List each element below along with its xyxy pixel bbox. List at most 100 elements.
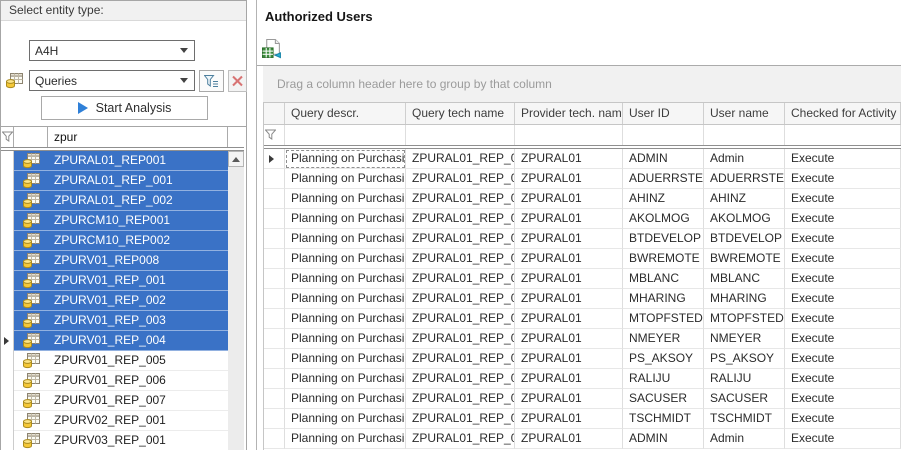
row-indicator-cell [1,291,14,311]
list-item[interactable]: ZPURV01_REP_003 [1,311,228,331]
table-row[interactable]: Planning on PurchasingZPURAL01_REP_001ZP… [264,289,901,309]
column-header[interactable]: Checked for Activity [785,103,901,124]
table-cell: Execute [785,389,901,409]
list-item[interactable]: ZPURV01_REP_002 [1,291,228,311]
list-item[interactable]: ZPURV01_REP_004 [1,331,228,351]
query-name: ZPURV01_REP_004 [48,331,228,351]
query-table-icon [14,191,48,211]
list-item[interactable]: ZPURCM10_REP002 [1,231,228,251]
database-table-icon [22,193,40,209]
export-excel-button[interactable] [262,39,282,59]
funnel-lines-icon [204,74,218,87]
table-row[interactable]: Planning on PurchasingZPURAL01_REP_001ZP… [264,309,901,329]
table-cell: Admin [704,429,785,449]
list-item[interactable]: ZPURV01_REP_007 [1,391,228,411]
list-item[interactable]: ZPURV02_REP_001 [1,411,228,431]
column-header[interactable]: Query tech name [406,103,515,124]
column-header[interactable]: User ID [623,103,704,124]
table-row[interactable]: Planning on PurchasingZPURAL01_REP_001ZP… [264,189,901,209]
query-name: ZPURV01_REP008 [48,251,228,271]
list-item[interactable]: ZPURCM10_REP001 [1,211,228,231]
filter-cell[interactable] [285,125,406,145]
row-indicator-cell [1,391,14,411]
query-name: ZPURV02_REP_001 [48,411,228,431]
entity-type-dropdown[interactable]: Queries [29,70,195,91]
list-item[interactable]: ZPURAL01_REP_002 [1,191,228,211]
filter-row-indicator-cell [1,127,14,147]
table-cell: BWREMOTE [623,249,704,269]
filter-cell[interactable] [704,125,785,145]
table-cell: ZPURAL01_REP_001 [406,409,515,429]
table-cell: Execute [785,429,901,449]
table-row[interactable]: Planning on PurchasingZPURAL01_REP_001ZP… [264,229,901,249]
list-item[interactable]: ZPURV01_REP_001 [1,271,228,291]
table-row[interactable]: Planning on PurchasingZPURAL01_REP_001ZP… [264,369,901,389]
query-name: ZPURAL01_REP001 [48,151,228,171]
list-item[interactable]: ZPURAL01_REP001 [1,151,228,171]
excel-export-icon [262,39,281,59]
table-row[interactable]: Planning on PurchasingZPURAL01_REP_001ZP… [264,329,901,349]
system-dropdown[interactable]: A4H [29,40,195,61]
table-cell: Planning on Purchasing [285,229,406,249]
database-table-icon [22,153,40,169]
table-cell: ZPURAL01_REP_001 [406,249,515,269]
clear-filter-button[interactable] [228,70,247,92]
query-name: ZPURV01_REP_005 [48,351,228,371]
table-row[interactable]: Planning on PurchasingZPURAL01_REP_002ZP… [264,429,901,449]
table-cell: Execute [785,289,901,309]
table-cell: ZPURAL01 [515,409,623,429]
chevron-down-icon [180,48,188,53]
red-x-icon [232,75,243,87]
row-indicator-cell [264,309,285,329]
row-indicator-cell [1,151,14,171]
list-item[interactable]: ZPURV01_REP_005 [1,351,228,371]
database-table-icon [22,273,40,289]
table-cell: ZPURAL01 [515,429,623,449]
filter-icon-column-cell[interactable] [14,127,48,147]
table-row[interactable]: Planning on PurchasingZPURAL01_REP_001ZP… [264,209,901,229]
list-item[interactable]: ZPURV03_REP_001 [1,431,228,450]
query-table-icon [14,391,48,411]
row-indicator-cell [1,191,14,211]
table-row[interactable]: Planning on PurchasingZPURAL01_REP_001ZP… [264,149,901,169]
query-table-icon [14,311,48,331]
query-filter-input[interactable]: zpur [48,127,228,147]
group-by-band[interactable]: Drag a column header here to group by th… [263,66,901,102]
table-cell: ZPURAL01 [515,329,623,349]
table-row[interactable]: Planning on PurchasingZPURAL01_REP_001ZP… [264,269,901,289]
column-header[interactable]: User name [704,103,785,124]
start-analysis-button[interactable]: Start Analysis [41,96,208,120]
column-header[interactable]: Query descr. [285,103,406,124]
table-cell: Execute [785,209,901,229]
row-indicator-cell [264,189,285,209]
column-header[interactable]: Provider tech. name [515,103,623,124]
filter-settings-button[interactable] [199,70,224,92]
table-row[interactable]: Planning on PurchasingZPURAL01_REP_001ZP… [264,389,901,409]
filter-cell[interactable] [406,125,515,145]
table-cell: Planning on Purchasing [285,189,406,209]
scroll-up-button[interactable] [228,151,244,167]
query-table-icon [14,231,48,251]
table-cell: ZPURAL01 [515,229,623,249]
table-row[interactable]: Planning on PurchasingZPURAL01_REP_001ZP… [264,169,901,189]
table-row[interactable]: Planning on PurchasingZPURAL01_REP_001ZP… [264,409,901,429]
list-item[interactable]: ZPURV01_REP008 [1,251,228,271]
list-item[interactable]: ZPURAL01_REP_001 [1,171,228,191]
table-cell: Execute [785,269,901,289]
table-row[interactable]: Planning on PurchasingZPURAL01_REP_001ZP… [264,249,901,269]
query-list-scrollbar[interactable] [228,151,244,450]
table-row[interactable]: Planning on PurchasingZPURAL01_REP_001ZP… [264,349,901,369]
database-table-icon [22,173,40,189]
grid-header-indicator-cell [264,103,285,124]
filter-cell[interactable] [785,125,901,145]
group-by-hint: Drag a column header here to group by th… [277,77,552,91]
list-item[interactable]: ZPURV01_REP_006 [1,371,228,391]
filter-cell[interactable] [623,125,704,145]
filter-cell[interactable] [515,125,623,145]
row-indicator-cell [264,329,285,349]
query-table-icon [14,251,48,271]
database-table-icon [22,393,40,409]
query-name: ZPURV03_REP_001 [48,431,228,450]
table-cell: Execute [785,369,901,389]
app-window: Select entity type: A4H Queries Start An… [0,0,901,450]
